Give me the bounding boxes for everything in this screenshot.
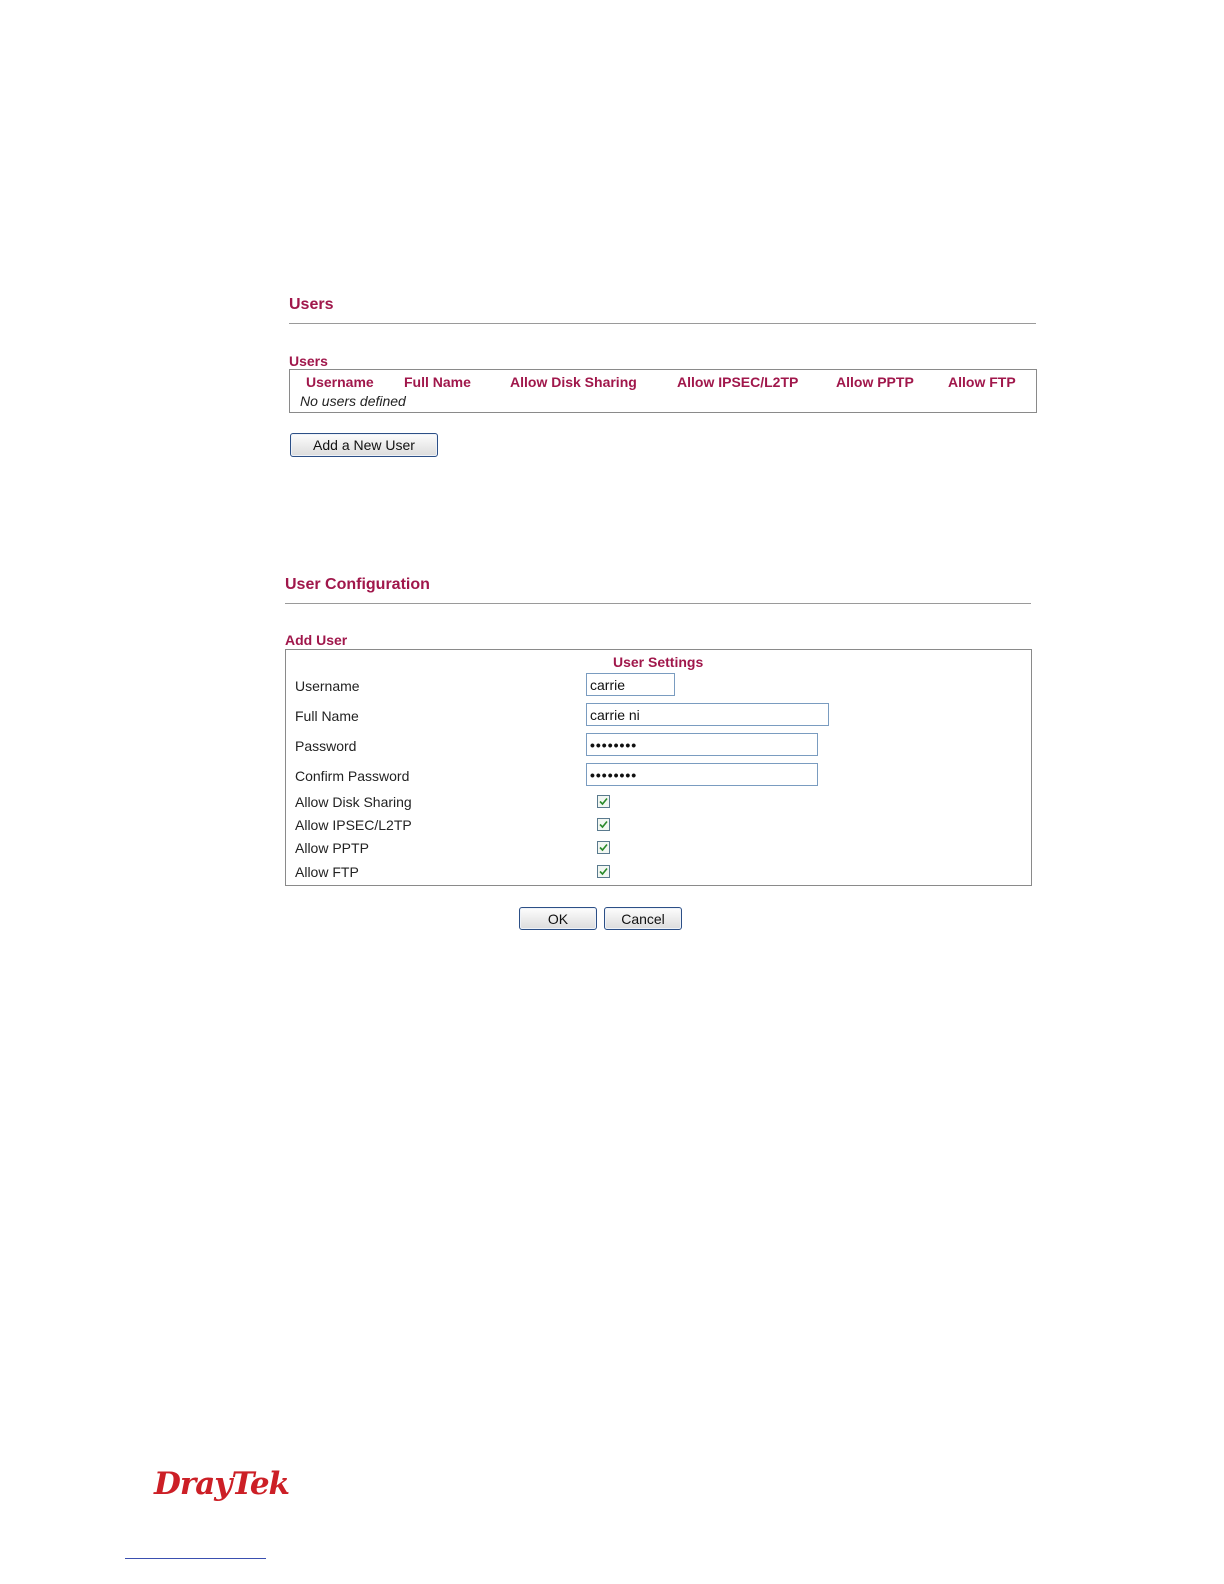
users-title: Users: [289, 296, 334, 313]
column-header-full-name: Full Name: [404, 374, 471, 390]
users-table: Username Full Name Allow Disk Sharing Al…: [289, 369, 1037, 413]
user-settings-heading: User Settings: [613, 654, 704, 670]
password-input[interactable]: [586, 733, 818, 756]
confirm-password-label: Confirm Password: [295, 768, 410, 784]
username-label: Username: [295, 678, 360, 694]
allow-pptp-checkbox[interactable]: [597, 841, 610, 854]
ok-button[interactable]: OK: [519, 907, 597, 930]
no-users-message: No users defined: [300, 393, 406, 409]
column-header-allow-ipsec-l2tp: Allow IPSEC/L2TP: [677, 374, 799, 390]
column-header-allow-pptp: Allow PPTP: [836, 374, 914, 390]
add-new-user-button[interactable]: Add a New User: [290, 433, 438, 457]
checkmark-icon: [599, 843, 608, 852]
allow-ipsec-l2tp-checkbox[interactable]: [597, 818, 610, 831]
draytek-logo: DrayTek: [154, 1466, 290, 1502]
footer-underline: [125, 1558, 266, 1559]
allow-disk-sharing-label: Allow Disk Sharing: [295, 794, 412, 810]
user-settings-box: User Settings Username Full Name Passwor…: [285, 649, 1032, 886]
column-header-username: Username: [306, 374, 374, 390]
confirm-password-input[interactable]: [586, 763, 818, 786]
full-name-label: Full Name: [295, 708, 359, 724]
allow-ftp-label: Allow FTP: [295, 864, 359, 880]
add-user-caption: Add User: [285, 632, 348, 648]
cancel-button[interactable]: Cancel: [604, 907, 682, 930]
checkmark-icon: [599, 867, 608, 876]
allow-pptp-label: Allow PPTP: [295, 840, 369, 856]
allow-disk-sharing-checkbox[interactable]: [597, 795, 610, 808]
allow-ftp-checkbox[interactable]: [597, 865, 610, 878]
username-input[interactable]: [586, 673, 675, 696]
users-title-divider: [289, 323, 1036, 324]
allow-ipsec-l2tp-label: Allow IPSEC/L2TP: [295, 817, 412, 833]
user-configuration-title: User Configuration: [285, 576, 430, 593]
column-header-allow-disk-sharing: Allow Disk Sharing: [510, 374, 637, 390]
checkmark-icon: [599, 797, 608, 806]
column-header-allow-ftp: Allow FTP: [948, 374, 1016, 390]
full-name-input[interactable]: [586, 703, 829, 726]
user-configuration-divider: [285, 603, 1031, 604]
users-table-caption: Users: [289, 353, 328, 369]
password-label: Password: [295, 738, 357, 754]
checkmark-icon: [599, 820, 608, 829]
